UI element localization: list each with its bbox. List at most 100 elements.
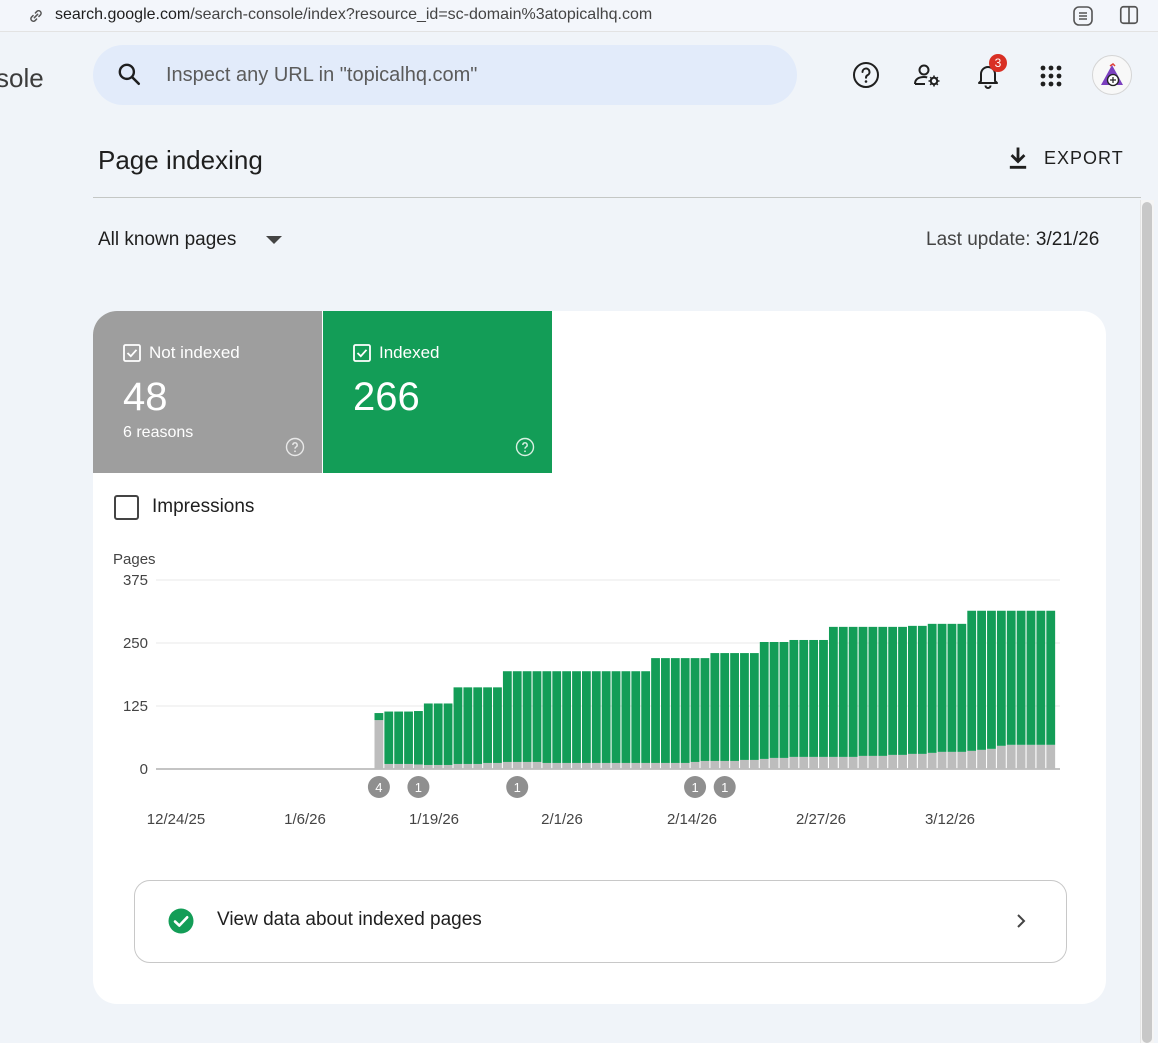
- bar-not-indexed: [858, 755, 868, 769]
- bar-indexed: [512, 671, 522, 762]
- checkbox-checked-icon[interactable]: [123, 344, 141, 362]
- bar-not-indexed: [374, 720, 384, 769]
- search-input[interactable]: [166, 60, 766, 90]
- not-indexed-count: 48: [123, 375, 168, 419]
- bar-not-indexed: [493, 762, 502, 769]
- bar-not-indexed: [789, 756, 799, 769]
- bar-indexed: [789, 639, 799, 757]
- bar-indexed: [927, 623, 937, 753]
- bar-indexed: [917, 625, 927, 754]
- bar-not-indexed: [888, 754, 898, 769]
- bar-not-indexed: [749, 759, 759, 769]
- bar-indexed: [502, 671, 512, 762]
- bar-indexed: [522, 671, 532, 762]
- indexed-tile[interactable]: Indexed 266: [323, 311, 552, 473]
- export-button[interactable]: EXPORT: [1004, 143, 1124, 173]
- help-icon[interactable]: [851, 60, 881, 90]
- y-axis-title: Pages: [113, 551, 156, 568]
- bar-not-indexed: [759, 758, 769, 769]
- last-update-value: 3/21/26: [1035, 229, 1100, 250]
- bar-indexed: [779, 641, 789, 758]
- help-icon[interactable]: [515, 437, 535, 457]
- bar-indexed: [433, 703, 443, 765]
- bar-indexed: [572, 671, 581, 763]
- bar-indexed: [769, 641, 779, 758]
- caret-down-icon: [266, 236, 283, 244]
- bar-not-indexed: [384, 763, 394, 769]
- last-update-label: Last update:: [926, 229, 1031, 250]
- bar-not-indexed: [779, 757, 789, 769]
- manage-users-icon[interactable]: [912, 60, 942, 90]
- annotation-label: 1: [415, 780, 422, 795]
- bar-indexed: [987, 610, 996, 749]
- bar-not-indexed: [690, 761, 700, 769]
- indexed-count: 266: [353, 375, 420, 419]
- bar-not-indexed: [848, 756, 858, 769]
- bar-not-indexed: [868, 755, 878, 769]
- extension-icon[interactable]: [1071, 4, 1095, 28]
- bar-indexed: [473, 687, 483, 764]
- bar-not-indexed: [908, 753, 917, 769]
- chevron-right-icon: [1017, 914, 1026, 928]
- bar-not-indexed: [621, 762, 631, 769]
- bar-indexed: [828, 626, 838, 757]
- bar-not-indexed: [1046, 744, 1056, 769]
- bar-indexed: [878, 626, 888, 756]
- search-icon[interactable]: [116, 61, 142, 87]
- bar-indexed: [1046, 610, 1056, 745]
- bar-not-indexed: [1016, 744, 1026, 769]
- bar-indexed: [532, 671, 542, 762]
- avatar[interactable]: [1092, 55, 1132, 95]
- bar-not-indexed: [522, 761, 532, 769]
- annotation-label: 1: [691, 780, 698, 795]
- bar-indexed: [730, 653, 739, 761]
- check-circle-icon: [168, 908, 194, 934]
- y-tick-label: 375: [123, 572, 148, 589]
- bar-not-indexed: [730, 760, 739, 769]
- bar-not-indexed: [572, 762, 581, 769]
- url-host: search.google.com: [55, 6, 191, 23]
- browser-url-bar[interactable]: search.google.com/search-console/index?r…: [0, 0, 1158, 32]
- impressions-checkbox[interactable]: [114, 495, 139, 520]
- url-text[interactable]: search.google.com/search-console/index?r…: [55, 6, 652, 24]
- view-indexed-pages-label: View data about indexed pages: [217, 909, 482, 930]
- bar-indexed: [423, 703, 433, 765]
- bar-indexed: [374, 713, 384, 721]
- bar-not-indexed: [799, 756, 809, 769]
- bar-indexed: [591, 671, 601, 763]
- bar-indexed: [621, 671, 631, 763]
- x-tick-label: 3/12/26: [925, 811, 975, 828]
- bar-indexed: [443, 703, 453, 765]
- bar-indexed: [463, 687, 473, 764]
- last-update: Last update: 3/21/26: [926, 229, 1099, 251]
- bar-indexed: [759, 641, 769, 759]
- apps-grid-icon[interactable]: [1036, 61, 1066, 91]
- bar-not-indexed: [1036, 744, 1046, 769]
- bar-indexed: [868, 626, 878, 756]
- bar-not-indexed: [819, 756, 828, 769]
- x-tick-label: 12/24/25: [147, 811, 205, 828]
- bar-indexed: [710, 653, 720, 761]
- download-icon: [1009, 147, 1027, 169]
- sidebar-icon[interactable]: [1118, 4, 1140, 26]
- bar-not-indexed: [443, 764, 453, 769]
- scrollbar-thumb[interactable]: [1142, 202, 1152, 1043]
- bar-indexed: [749, 653, 759, 760]
- bar-not-indexed: [947, 751, 957, 769]
- bar-indexed: [799, 639, 809, 757]
- bar-not-indexed: [532, 761, 542, 769]
- pages-filter-dropdown[interactable]: All known pages: [98, 229, 283, 251]
- url-path: /search-console/index?resource_id=sc-dom…: [190, 6, 653, 23]
- bar-indexed: [631, 671, 641, 763]
- bar-indexed: [996, 610, 1006, 746]
- link-icon: [30, 10, 42, 22]
- bar-not-indexed: [414, 764, 423, 769]
- not-indexed-reasons: 6 reasons: [123, 424, 194, 441]
- help-icon[interactable]: [285, 437, 305, 457]
- y-tick-label: 0: [140, 761, 148, 778]
- bar-indexed: [493, 687, 502, 763]
- bar-indexed: [581, 671, 591, 763]
- checkbox-checked-icon[interactable]: [353, 344, 371, 362]
- not-indexed-tile[interactable]: Not indexed 48 6 reasons: [93, 311, 322, 473]
- bar-indexed: [1016, 610, 1026, 745]
